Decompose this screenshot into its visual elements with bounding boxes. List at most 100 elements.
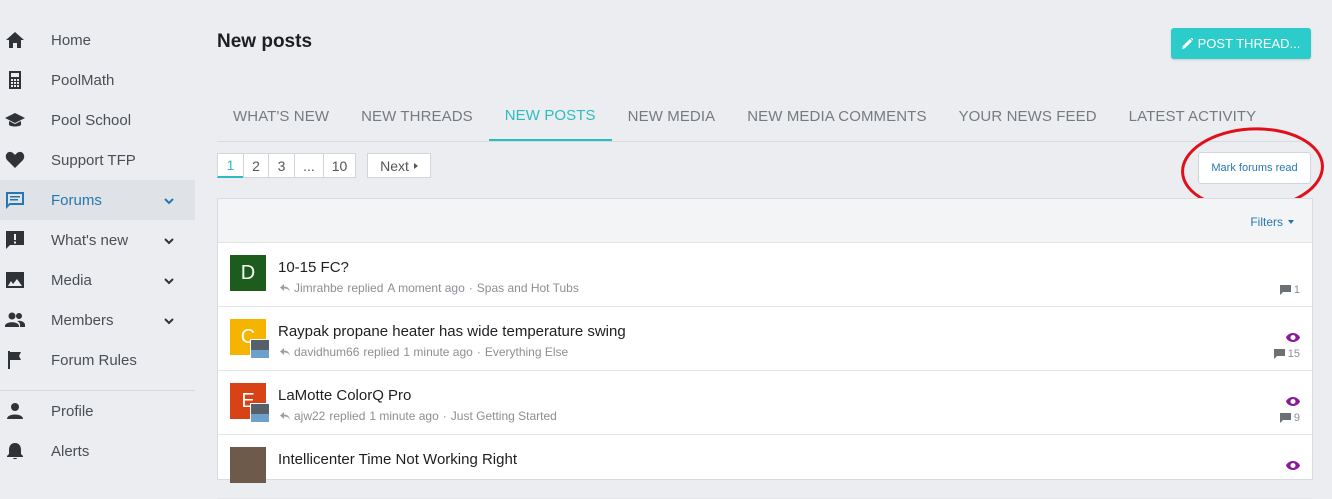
reply-count-value: 15 [1287,348,1300,360]
last-poster-avatar[interactable] [250,339,270,359]
comment-icon [1279,413,1291,423]
sidebar-item-forum-rules[interactable]: Forum Rules [0,340,195,380]
reply-count-value: 9 [1293,412,1300,424]
pencil-icon [1181,38,1193,49]
thread-time[interactable]: 1 minute ago [403,345,472,359]
list-header: Filters [218,199,1312,243]
home-icon [5,30,25,50]
sidebar-item-poolmath[interactable]: PoolMath [0,60,195,100]
thread-action: replied [363,345,400,359]
sidebar-item-members[interactable]: Members [0,300,195,340]
sidebar: Home PoolMath Pool School Support TFP Fo… [0,20,195,471]
sidebar-item-support-tfp[interactable]: Support TFP [0,140,195,180]
thread-forum[interactable]: Just Getting Started [451,409,557,423]
meta-separator: · [442,409,447,423]
tab-new-media[interactable]: NEW MEDIA [612,92,732,140]
thread-title[interactable]: Intellicenter Time Not Working Right [278,451,517,468]
tab-new-media-comments[interactable]: NEW MEDIA COMMENTS [731,92,942,140]
filters-menu[interactable]: Filters [1250,215,1294,229]
tab-your-news-feed[interactable]: YOUR NEWS FEED [943,92,1113,140]
sidebar-item-forums[interactable]: Forums [0,180,195,220]
page-link[interactable]: 10 [323,153,356,178]
page-link[interactable]: 1 [217,153,244,178]
thread-user[interactable]: davidhum66 [294,345,359,359]
watched-eye-icon [1286,329,1300,342]
sidebar-item-media[interactable]: Media [0,260,195,300]
sidebar-item-label: Members [51,311,114,329]
caret-down-icon [1288,220,1294,224]
page-link[interactable]: 2 [243,153,269,178]
bell-icon [5,441,25,461]
sidebar-item-pool-school[interactable]: Pool School [0,100,195,140]
sidebar-item-profile[interactable]: Profile [0,391,195,431]
page-link[interactable]: 3 [268,153,295,178]
thread-time[interactable]: A moment ago [387,281,464,295]
image-icon [5,270,25,290]
sidebar-item-alerts[interactable]: Alerts [0,431,195,471]
watched-eye-icon [1286,393,1300,406]
thread-row[interactable]: D 10-15 FC? Jimrahbe replied A moment ag… [218,243,1312,307]
thread-user[interactable]: ajw22 [294,409,325,423]
tab-new-threads[interactable]: NEW THREADS [345,92,489,140]
sidebar-item-home[interactable]: Home [0,20,195,60]
avatar[interactable] [230,447,266,483]
thread-row[interactable]: C Raypak propane heater has wide tempera… [218,307,1312,371]
reply-count: 1 [1279,284,1300,296]
post-thread-button[interactable]: POST THREAD... [1171,28,1311,59]
sidebar-item-label: Forum Rules [51,351,137,369]
post-thread-label: POST THREAD... [1197,36,1301,51]
chevron-down-icon[interactable] [163,194,175,206]
comment-icon [1279,285,1291,295]
avatar-letter: D [240,261,256,284]
chevron-down-icon[interactable] [163,314,175,326]
flag-icon [5,350,25,370]
thread-action: replied [347,281,384,295]
sidebar-item-whats-new[interactable]: What's new [0,220,195,260]
reply-icon [280,412,290,420]
tab-new-posts[interactable]: NEW POSTS [488,92,612,141]
thread-time[interactable]: 1 minute ago [369,409,438,423]
thread-title[interactable]: 10-15 FC? [278,259,349,276]
thread-forum[interactable]: Spas and Hot Tubs [477,281,579,295]
thread-user[interactable]: Jimrahbe [294,281,343,295]
tab-whats-new[interactable]: WHAT'S NEW [217,92,345,140]
avatar[interactable]: D [230,255,266,291]
graduation-cap-icon [5,110,25,130]
sidebar-item-label: Alerts [51,442,90,460]
thread-meta: Jimrahbe replied A moment ago · Spas and… [280,281,579,295]
sidebar-item-label: Forums [51,191,102,209]
chevron-down-icon[interactable] [163,274,175,286]
sidebar-item-label: Pool School [51,111,132,129]
chevron-down-icon[interactable] [163,234,175,246]
thread-title[interactable]: LaMotte ColorQ Pro [278,387,411,404]
thread-row[interactable]: E LaMotte ColorQ Pro ajw22 replied 1 min… [218,371,1312,435]
thread-action: replied [329,409,366,423]
thread-meta: ajw22 replied 1 minute ago · Just Gettin… [280,409,557,423]
thread-row[interactable]: Intellicenter Time Not Working Right [218,435,1312,499]
sidebar-item-label: Media [51,271,92,289]
meta-separator: · [468,281,473,295]
meta-separator: · [476,345,481,359]
pagination: 1 2 3 ... 10 Next [217,153,431,178]
watched-eye-icon [1286,457,1300,470]
reply-icon [280,284,290,292]
reply-icon [280,348,290,356]
reply-count: 9 [1279,412,1300,424]
sidebar-item-label: What's new [51,231,129,249]
alert-message-icon [5,230,25,250]
avatar[interactable]: C [230,319,270,359]
last-poster-avatar[interactable] [250,403,270,423]
thread-forum[interactable]: Everything Else [485,345,568,359]
avatar[interactable]: E [230,383,270,423]
page-jump[interactable]: ... [294,153,324,178]
sidebar-item-label: PoolMath [51,71,115,89]
members-icon [5,310,25,330]
thread-title[interactable]: Raypak propane heater has wide temperatu… [278,323,626,340]
sidebar-item-label: Support TFP [51,151,136,169]
whats-new-tabs: WHAT'S NEW NEW THREADS NEW POSTS NEW MED… [217,92,1311,142]
heart-icon [5,150,25,170]
reply-count-value: 1 [1293,284,1300,296]
person-icon [5,401,25,421]
thread-list: Filters D 10-15 FC? Jimrahbe replied A m… [217,198,1313,499]
next-page-button[interactable]: Next [367,153,431,178]
